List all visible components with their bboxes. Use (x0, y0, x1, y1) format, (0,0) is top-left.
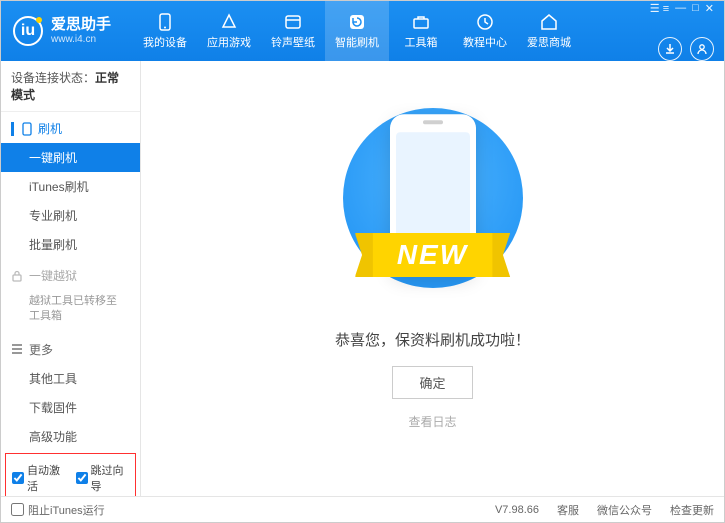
block-itunes-checkbox[interactable]: 阻止iTunes运行 (11, 502, 105, 518)
nav-toolbox[interactable]: 工具箱 (389, 1, 453, 61)
status-label: 设备连接状态： (11, 71, 95, 85)
sidebar-item-other-tools[interactable]: 其他工具 (1, 364, 140, 393)
main-nav: 我的设备 应用游戏 铃声壁纸 智能刷机 (133, 1, 581, 61)
logo-icon: iu (13, 16, 43, 46)
sidebar-item-advanced[interactable]: 高级功能 (1, 422, 140, 451)
auto-activate-checkbox[interactable]: 自动激活 (12, 462, 66, 494)
body: 设备连接状态：正常模式 刷机 一键刷机 iTunes刷机 专业刷机 批量刷机 一… (1, 61, 724, 496)
close-icon[interactable]: ✕ (705, 2, 714, 15)
titlebar-right: ☰ ≡ — □ ✕ (640, 1, 724, 61)
apps-icon (219, 12, 239, 32)
statusbar: 阻止iTunes运行 V7.98.66 客服 微信公众号 检查更新 (1, 496, 724, 522)
app-name: 爱思助手 (51, 17, 111, 34)
lock-icon (11, 270, 23, 282)
main-content: NEW 恭喜您，保资料刷机成功啦！ 确定 查看日志 (141, 61, 724, 496)
jailbreak-note: 越狱工具已转移至 工具箱 (1, 290, 140, 333)
category-jailbreak: 一键越狱 (1, 259, 140, 290)
refresh-icon (347, 12, 367, 32)
category-label: 刷机 (38, 120, 62, 137)
app-url: www.i4.cn (51, 34, 111, 45)
connection-status: 设备连接状态：正常模式 (1, 61, 140, 112)
sidebar: 设备连接状态：正常模式 刷机 一键刷机 iTunes刷机 专业刷机 批量刷机 一… (1, 61, 141, 496)
list-icon (11, 344, 23, 354)
check-update-link[interactable]: 检查更新 (670, 502, 714, 518)
download-button[interactable] (658, 37, 682, 61)
maximize-icon[interactable]: □ (692, 2, 699, 15)
nav-ringtone-wallpaper[interactable]: 铃声壁纸 (261, 1, 325, 61)
new-ribbon-icon: NEW (369, 233, 496, 277)
success-illustration: NEW (313, 107, 553, 307)
skip-guide-checkbox[interactable]: 跳过向导 (76, 462, 130, 494)
nav-apps-games[interactable]: 应用游戏 (197, 1, 261, 61)
nav-label: 工具箱 (405, 34, 438, 50)
nav-tutorial-center[interactable]: 教程中心 (453, 1, 517, 61)
wechat-link[interactable]: 微信公众号 (597, 502, 652, 518)
checkbox-label: 跳过向导 (91, 462, 130, 494)
ok-button[interactable]: 确定 (392, 366, 472, 399)
nav-label: 铃声壁纸 (271, 34, 315, 50)
logo-text: 爱思助手 www.i4.cn (51, 17, 111, 45)
phone-icon (155, 12, 175, 32)
nav-label: 智能刷机 (335, 34, 379, 50)
sidebar-item-oneclick-flash[interactable]: 一键刷机 (1, 143, 140, 172)
options-highlight: 自动激活 跳过向导 (5, 453, 136, 496)
book-icon (475, 12, 495, 32)
sidebar-bottom: 自动激活 跳过向导 iPhone 12 mini 64GB Down-12min… (1, 451, 140, 496)
nav-label: 教程中心 (463, 34, 507, 50)
nav-store[interactable]: 爱思商城 (517, 1, 581, 61)
menu-icon[interactable]: ☰ ≡ (650, 2, 669, 15)
nav-label: 爱思商城 (527, 34, 571, 50)
window-controls: ☰ ≡ — □ ✕ (650, 2, 714, 15)
user-button[interactable] (690, 37, 714, 61)
view-log-link[interactable]: 查看日志 (408, 413, 456, 430)
nav-label: 我的设备 (143, 34, 187, 50)
nav-my-device[interactable]: 我的设备 (133, 1, 197, 61)
category-label: 一键越狱 (29, 267, 77, 284)
nav-label: 应用游戏 (207, 34, 251, 50)
version-label: V7.98.66 (495, 504, 539, 516)
logo-area: iu 爱思助手 www.i4.cn (1, 1, 123, 61)
toolbox-icon (411, 12, 431, 32)
sidebar-item-download-firmware[interactable]: 下载固件 (1, 393, 140, 422)
nav-smart-flash[interactable]: 智能刷机 (325, 1, 389, 61)
sidebar-item-batch-flash[interactable]: 批量刷机 (1, 230, 140, 259)
checkbox-label: 自动激活 (27, 462, 66, 494)
success-message: 恭喜您，保资料刷机成功啦！ (335, 329, 530, 350)
customer-service-link[interactable]: 客服 (557, 502, 579, 518)
titlebar: iu 爱思助手 www.i4.cn 我的设备 应用游戏 (1, 1, 724, 61)
phone-icon (22, 122, 32, 136)
home-icon (539, 12, 559, 32)
checkbox-label: 阻止iTunes运行 (28, 502, 105, 518)
music-icon (283, 12, 303, 32)
category-more[interactable]: 更多 (1, 333, 140, 364)
minimize-icon[interactable]: — (675, 2, 686, 15)
category-flash[interactable]: 刷机 (1, 112, 140, 143)
category-label: 更多 (29, 341, 53, 358)
sidebar-item-itunes-flash[interactable]: iTunes刷机 (1, 172, 140, 201)
accent-bar-icon (11, 122, 14, 136)
sidebar-item-pro-flash[interactable]: 专业刷机 (1, 201, 140, 230)
app-window: iu 爱思助手 www.i4.cn 我的设备 应用游戏 (0, 0, 725, 523)
